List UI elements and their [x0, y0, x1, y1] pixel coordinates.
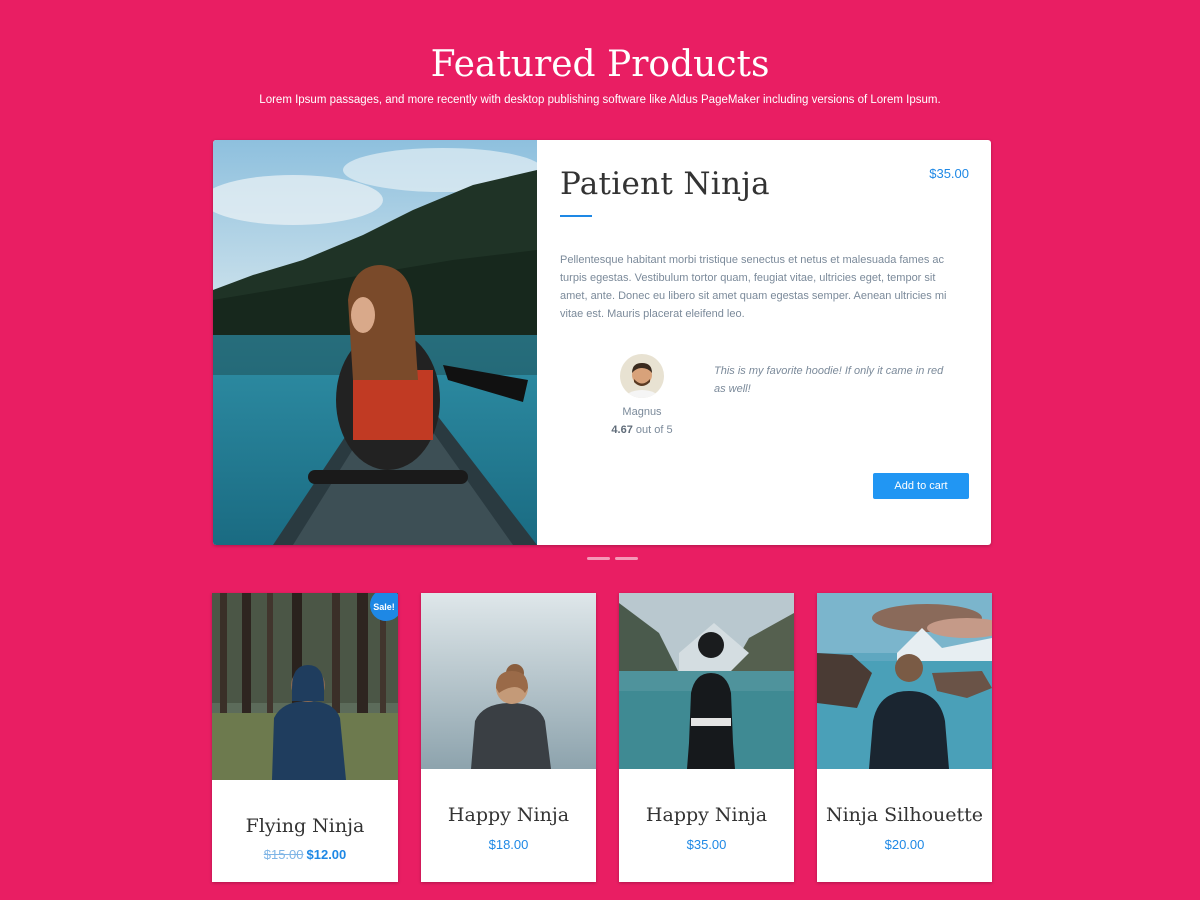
reviewer-name: Magnus [622, 406, 662, 418]
add-to-cart-button[interactable]: Add to cart [873, 473, 969, 499]
carousel-dot-2[interactable] [615, 557, 638, 560]
review-quote: This is my favorite hoodie! If only it c… [714, 365, 944, 395]
section-title: Featured Products [430, 44, 770, 85]
reviewer-avatar [620, 354, 664, 398]
product-name[interactable]: Happy Ninja [421, 804, 596, 826]
featured-product-name[interactable]: Patient Ninja [560, 166, 770, 202]
title-underline [560, 215, 592, 217]
product-old-price: $15.00 [263, 847, 304, 862]
product-price: $15.00 $12.00 [212, 847, 398, 862]
product-card-flying-ninja[interactable]: Sale! Flying Ninja $15.00 $12.00 [212, 593, 398, 882]
featured-product-details: Patient Ninja $35.00 Pellentesque habita… [537, 140, 991, 545]
product-image[interactable] [421, 593, 596, 769]
featured-product-description: Pellentesque habitant morbi tristique se… [560, 254, 947, 320]
product-name[interactable]: Ninja Silhouette [817, 804, 992, 826]
product-name[interactable]: Happy Ninja [619, 804, 794, 826]
featured-product-price: $35.00 [929, 166, 969, 181]
product-name[interactable]: Flying Ninja [212, 815, 398, 837]
product-price: $35.00 [686, 837, 727, 852]
rating-suffix: out of 5 [635, 424, 673, 436]
carousel-dots [587, 557, 638, 560]
product-card-ninja-silhouette[interactable]: Ninja Silhouette $20.00 [817, 593, 992, 882]
product-image[interactable]: Sale! [212, 593, 398, 780]
product-card-happy-ninja-2[interactable]: Happy Ninja $35.00 [619, 593, 794, 882]
featured-product-card: Patient Ninja $35.00 Pellentesque habita… [213, 140, 991, 545]
product-price: $20.00 [884, 837, 925, 852]
product-image[interactable] [817, 593, 992, 769]
section-subtitle: Lorem Ipsum passages, and more recently … [259, 94, 941, 106]
carousel-dot-1[interactable] [587, 557, 610, 560]
reviewer: Magnus 4.67 out of 5 [597, 354, 687, 436]
product-sale-price: $12.00 [306, 847, 347, 862]
reviewer-rating: 4.67 out of 5 [597, 424, 687, 436]
product-image[interactable] [619, 593, 794, 769]
featured-product-image[interactable] [213, 140, 537, 545]
product-price: $18.00 [488, 837, 529, 852]
rating-value: 4.67 [611, 424, 633, 436]
product-card-happy-ninja-1[interactable]: Happy Ninja $18.00 [421, 593, 596, 882]
